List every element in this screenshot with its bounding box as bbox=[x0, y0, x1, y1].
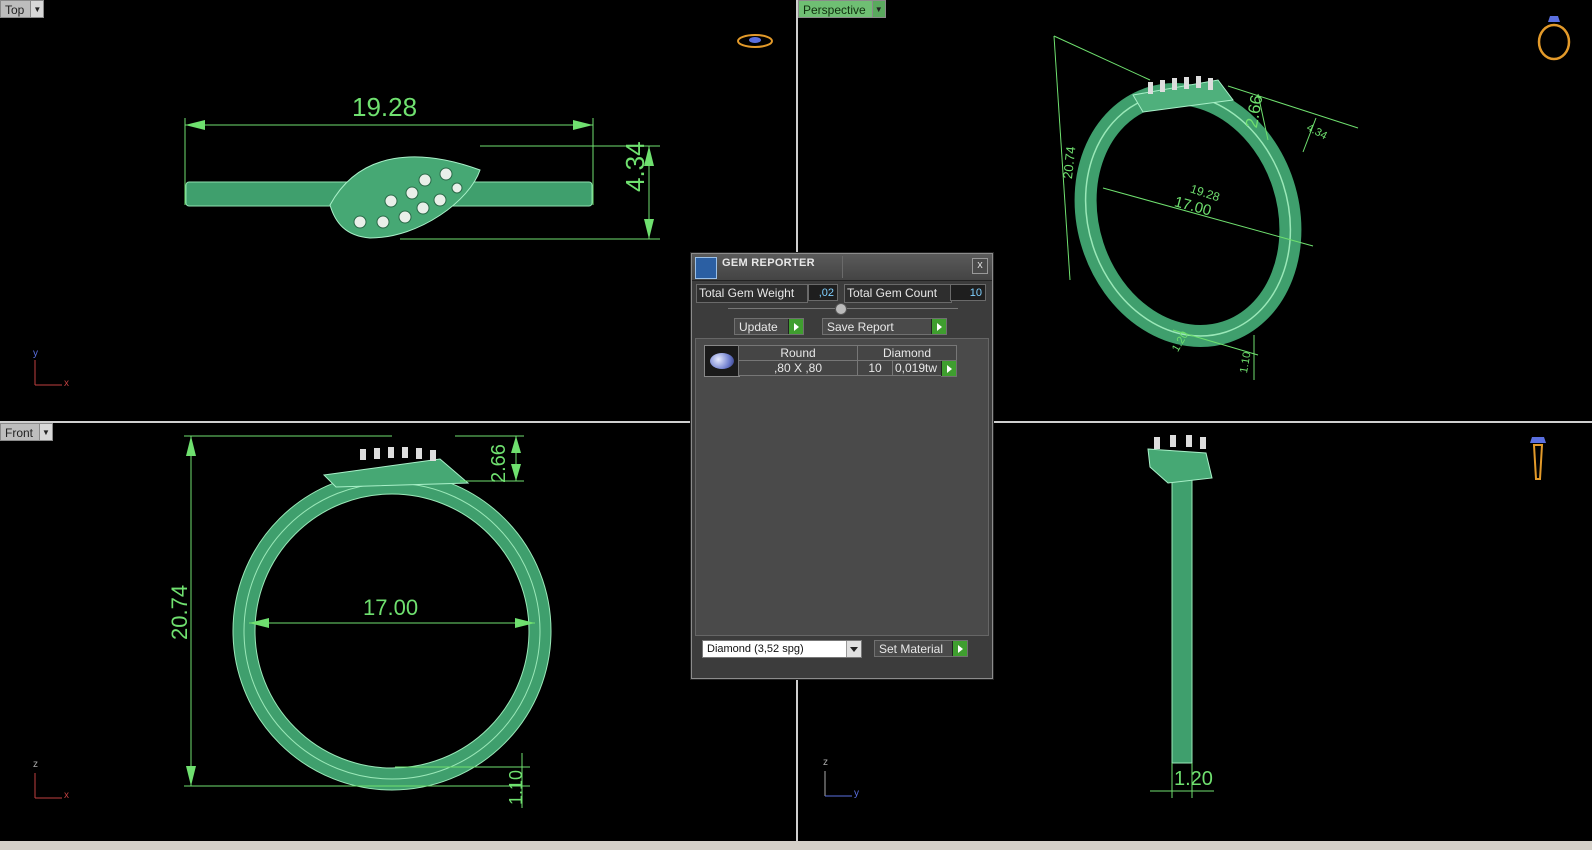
set-material-label: Set Material bbox=[879, 642, 944, 656]
update-button[interactable]: Update bbox=[734, 318, 804, 335]
material-select-value: Diamond (3,52 spg) bbox=[707, 643, 804, 655]
front-view-canvas bbox=[184, 435, 552, 808]
chevron-down-icon[interactable]: ▼ bbox=[872, 0, 886, 18]
ring-nav-icon[interactable] bbox=[735, 30, 775, 52]
close-icon[interactable]: x bbox=[972, 258, 988, 274]
chevron-down-icon[interactable]: ▼ bbox=[40, 423, 54, 441]
total-weight-value: ,02 bbox=[808, 284, 838, 301]
update-label: Update bbox=[739, 320, 778, 334]
play-arrow-icon bbox=[788, 319, 803, 334]
ring-head-top bbox=[329, 156, 481, 239]
viewport-name[interactable]: Front bbox=[0, 423, 41, 441]
play-arrow-icon bbox=[931, 319, 946, 334]
gem-weight: 0,019tw bbox=[892, 360, 942, 376]
dim-width-top: 19.28 bbox=[352, 92, 418, 122]
round-gem-icon bbox=[704, 345, 740, 377]
dim-shank-front: 1.10 bbox=[506, 769, 526, 805]
dim-height-top: 4.34 bbox=[620, 141, 650, 192]
chevron-down-icon[interactable]: ▼ bbox=[31, 0, 45, 18]
gem-reporter-logo-icon bbox=[695, 257, 717, 279]
viewport-top[interactable]: 19.28 4.34 Top ▼ y x bbox=[0, 0, 796, 421]
status-bar bbox=[0, 841, 1592, 850]
total-count-label: Total Gem Count bbox=[844, 284, 952, 303]
dialog-titlebar[interactable]: GEM REPORTER x bbox=[692, 254, 992, 281]
gem-material-header: Diamond bbox=[857, 345, 957, 361]
gem-count: 10 bbox=[857, 360, 893, 376]
top-view-canvas bbox=[184, 118, 660, 240]
axis-label-h: x bbox=[64, 790, 69, 801]
viewport-name[interactable]: Perspective bbox=[798, 0, 873, 18]
play-arrow-icon bbox=[941, 361, 956, 376]
dim-shankw-right: 1.20 bbox=[1174, 768, 1213, 790]
total-weight-label: Total Gem Weight bbox=[696, 284, 808, 303]
viewport-label-top[interactable]: Top ▼ bbox=[0, 0, 45, 18]
chevron-down-icon[interactable] bbox=[846, 641, 861, 657]
dim-head-front: 2.66 bbox=[488, 444, 510, 483]
axis-label-v: z bbox=[33, 759, 38, 770]
gem-list[interactable]: Round Diamond ,80 X ,80 10 0,019tw bbox=[695, 338, 989, 636]
viewport-label-front[interactable]: Front ▼ bbox=[0, 423, 54, 441]
gem-shape-header: Round bbox=[738, 345, 858, 361]
axis-label-v: z bbox=[823, 757, 828, 768]
axis-label-h: x bbox=[64, 378, 69, 389]
dialog-title: GEM REPORTER bbox=[722, 257, 815, 269]
dim-inner-front: 17.00 bbox=[363, 595, 419, 620]
total-count-value: 10 bbox=[950, 284, 986, 301]
set-material-button[interactable]: Set Material bbox=[874, 640, 968, 657]
titlebar-separator bbox=[842, 256, 843, 278]
material-select[interactable]: Diamond (3,52 spg) bbox=[702, 640, 862, 658]
ring-perspective-nav-icon[interactable] bbox=[1532, 12, 1578, 64]
gem-size: ,80 X ,80 bbox=[738, 360, 858, 376]
axis-label-v: y bbox=[33, 348, 38, 359]
save-report-button[interactable]: Save Report bbox=[822, 318, 947, 335]
play-arrow-icon bbox=[952, 641, 967, 656]
gem-reporter-dialog[interactable]: GEM REPORTER x Total Gem Weight ,02 Tota… bbox=[691, 253, 993, 679]
save-report-label: Save Report bbox=[827, 320, 894, 334]
axis-label-h: y bbox=[854, 788, 859, 799]
gem-row-action-button[interactable] bbox=[941, 360, 957, 377]
viewport-name[interactable]: Top bbox=[0, 0, 32, 18]
viewport-label-perspective[interactable]: Perspective ▼ bbox=[798, 0, 886, 18]
collapse-toggle[interactable] bbox=[835, 303, 847, 315]
dim-outer-front: 20.74 bbox=[167, 584, 192, 640]
ring-side-nav-icon[interactable] bbox=[1526, 433, 1550, 485]
viewport-front[interactable]: 20.74 17.00 2.66 1.10 Front ▼ z x bbox=[0, 423, 796, 841]
